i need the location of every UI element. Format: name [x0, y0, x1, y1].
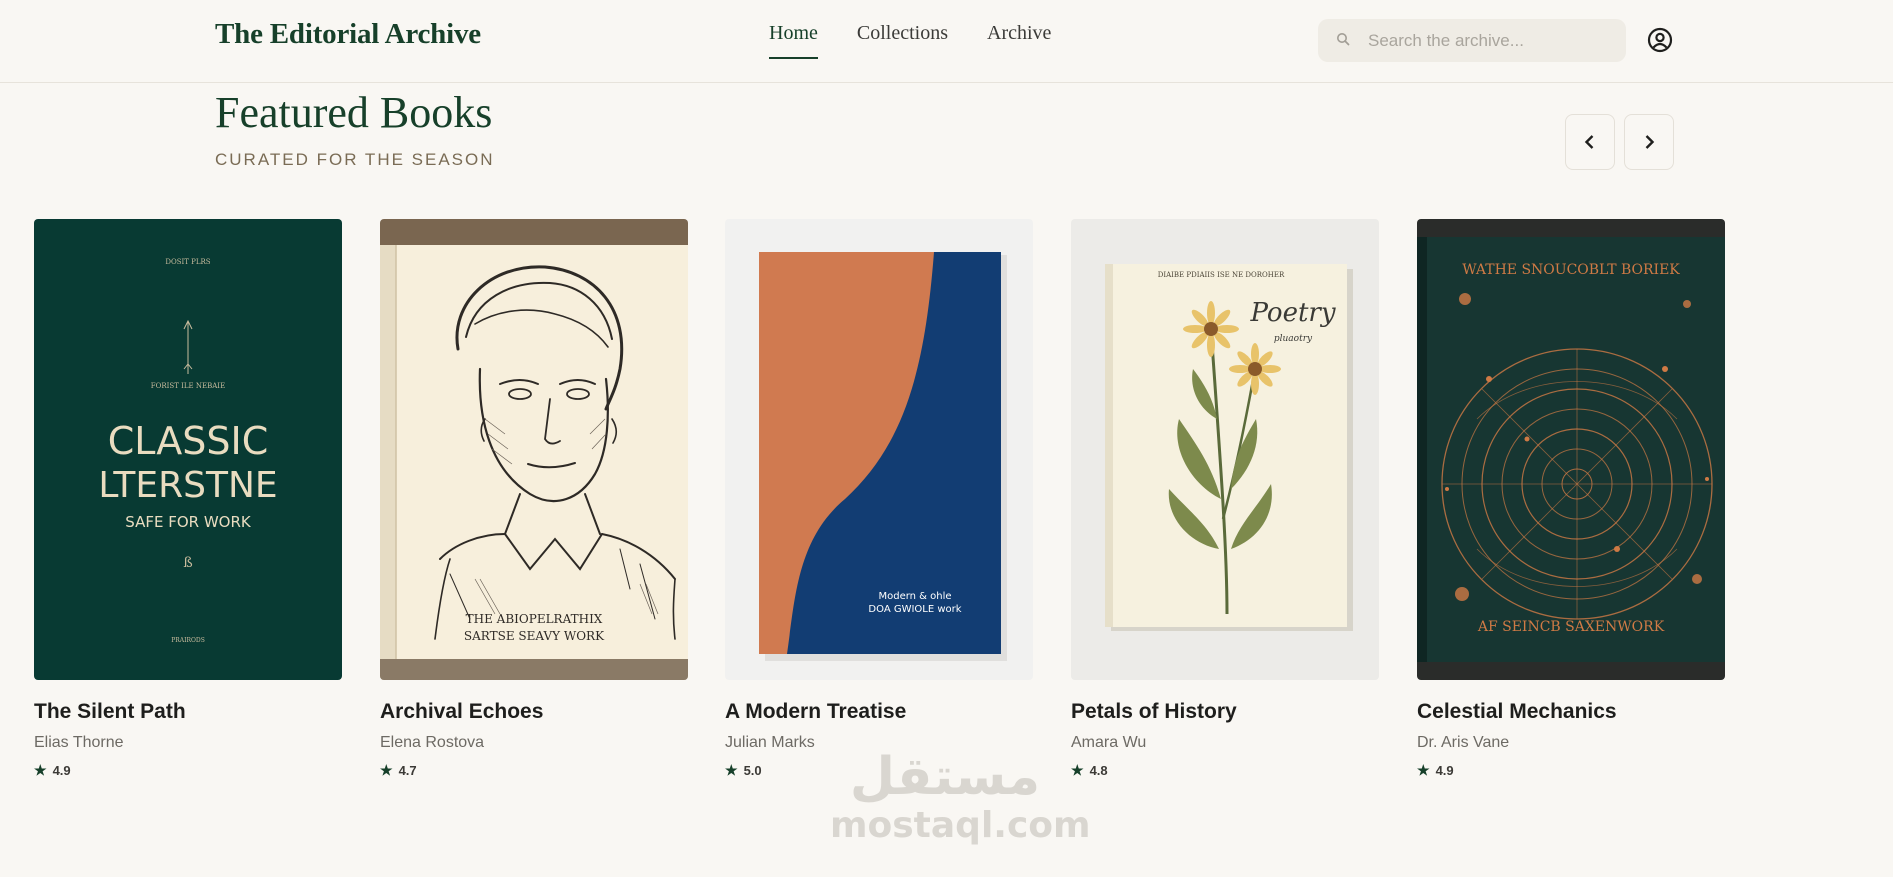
cover-glyph: ß — [183, 555, 192, 571]
cover-bottom-text: AF SEINCB SAXENWORK — [1477, 619, 1665, 635]
book-cover[interactable]: THE ABIOPELRATHIX SARTSE SEAVY WORK — [380, 219, 688, 680]
book-rating: ★ 4.9 — [34, 762, 342, 779]
book-card[interactable]: DIAIBE PDIAIIS ISE NE DOROHER Poetry plu… — [1071, 219, 1379, 779]
star-icon: ★ — [34, 762, 47, 778]
star-icon: ★ — [725, 762, 738, 778]
book-title[interactable]: Celestial Mechanics — [1417, 700, 1725, 724]
book-author: Elias Thorne — [34, 734, 124, 751]
book-card[interactable]: THE ABIOPELRATHIX SARTSE SEAVY WORK Arch… — [380, 219, 688, 779]
carousel-next-button[interactable] — [1624, 114, 1674, 170]
star-icon: ★ — [1417, 762, 1430, 778]
book-cover[interactable]: DOSIT PLRS FORIST ILE NEBAIE CLASSIC LTE… — [34, 219, 342, 680]
rating-value: 4.9 — [52, 763, 71, 778]
nav-home[interactable]: Home — [769, 22, 818, 59]
top-header: The Editorial Archive Home Collections A… — [0, 0, 1893, 83]
rating-value: 4.8 — [1089, 763, 1108, 778]
main-nav: Home Collections Archive — [769, 22, 1051, 59]
cover-script-sub: pluaotry — [1274, 334, 1313, 344]
cover-script: Poetry — [1249, 298, 1335, 328]
rating-value: 4.7 — [398, 763, 417, 778]
nav-collections[interactable]: Collections — [857, 22, 948, 59]
cover-top-text: WATHE SNOUCOBLT BORIEK — [1462, 262, 1680, 278]
watermark-latin: mostaql.com — [830, 805, 1091, 846]
cover-line2: LTERSTNE — [98, 465, 277, 506]
book-rating: ★ 4.8 — [1071, 762, 1379, 779]
book-rating: ★ 4.7 — [380, 762, 688, 779]
star-icon: ★ — [1071, 762, 1084, 778]
book-cover[interactable]: DIAIBE PDIAIIS ISE NE DOROHER Poetry plu… — [1071, 219, 1379, 680]
book-title[interactable]: The Silent Path — [34, 700, 342, 724]
chevron-left-icon — [1584, 135, 1594, 149]
book-cover[interactable]: WATHE SNOUCOBLT BORIEK AF SEINCB SAXENWO… — [1417, 219, 1725, 680]
book-card[interactable]: DOSIT PLRS FORIST ILE NEBAIE CLASSIC LTE… — [34, 219, 342, 779]
search-bar[interactable] — [1318, 19, 1626, 62]
book-author: Amara Wu — [1071, 734, 1147, 751]
star-icon: ★ — [380, 762, 393, 778]
cover-line1: THE ABIOPELRATHIX — [466, 612, 603, 626]
cover-line1: Modern & ohle — [878, 591, 951, 602]
section-title: Featured Books — [215, 88, 493, 137]
book-cover[interactable]: Modern & ohle DOA GWIOLE work — [725, 219, 1033, 680]
chevron-right-icon — [1645, 135, 1655, 149]
search-icon — [1318, 32, 1356, 49]
cover-line1: CLASSIC — [108, 419, 269, 463]
cover-top-text: DIAIBE PDIAIIS ISE NE DOROHER — [1158, 271, 1285, 279]
cover-bottom-text: PRAIRODS — [171, 637, 205, 644]
search-input[interactable] — [1368, 30, 1618, 51]
book-author: Dr. Aris Vane — [1417, 734, 1510, 751]
book-card[interactable]: Modern & ohle DOA GWIOLE work A Modern T… — [725, 219, 1033, 779]
rating-value: 4.9 — [1435, 763, 1454, 778]
carousel-prev-button[interactable] — [1565, 114, 1615, 170]
cover-top-text: DOSIT PLRS — [165, 258, 210, 266]
book-title[interactable]: Archival Echoes — [380, 700, 688, 724]
book-title[interactable]: A Modern Treatise — [725, 700, 1033, 724]
site-logo[interactable]: The Editorial Archive — [215, 18, 481, 51]
cover-line3: SAFE FOR WORK — [125, 513, 252, 531]
watermark-arabic: مستقل — [849, 747, 1041, 807]
cover-line2: DOA GWIOLE work — [868, 604, 961, 615]
book-author: Elena Rostova — [380, 734, 485, 751]
book-rating: ★ 4.9 — [1417, 762, 1725, 779]
watermark: مستقل mostaql.com — [830, 747, 1091, 846]
rating-value: 5.0 — [743, 763, 762, 778]
cover-line2: SARTSE SEAVY WORK — [464, 629, 605, 643]
book-title[interactable]: Petals of History — [1071, 700, 1379, 724]
book-card[interactable]: WATHE SNOUCOBLT BORIEK AF SEINCB SAXENWO… — [1417, 219, 1725, 779]
section-subtitle: CURATED FOR THE SEASON — [215, 150, 495, 169]
cover-mid-text: FORIST ILE NEBAIE — [151, 382, 225, 390]
account-circle-icon[interactable] — [1646, 26, 1674, 54]
nav-archive[interactable]: Archive — [987, 22, 1051, 59]
